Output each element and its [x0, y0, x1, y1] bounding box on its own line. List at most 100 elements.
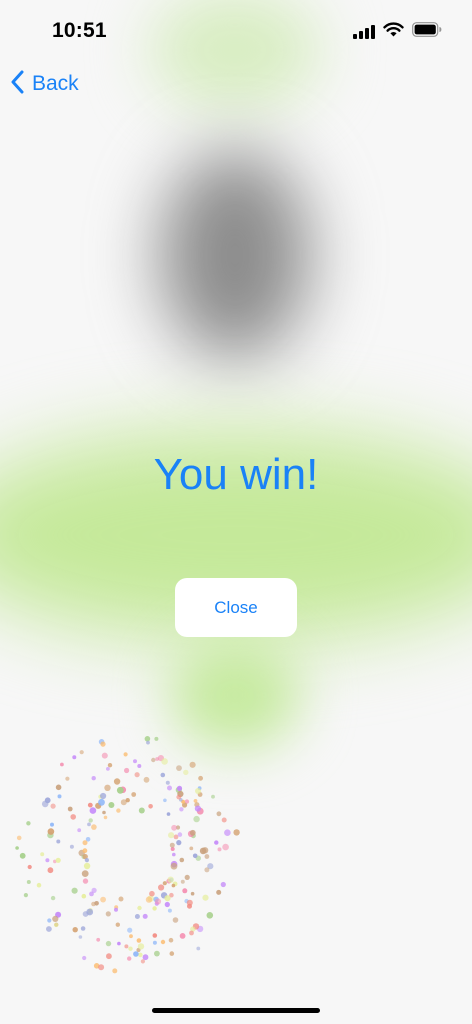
confetti-dot — [87, 802, 93, 808]
confetti-dot — [182, 888, 188, 894]
confetti-dot — [117, 941, 121, 946]
confetti-dot — [98, 798, 105, 806]
confetti-dot — [216, 889, 222, 895]
confetti-dot — [217, 847, 222, 852]
confetti-dot — [165, 780, 170, 785]
confetti-dot — [189, 761, 196, 768]
confetti-dot — [164, 895, 171, 902]
confetti-dot — [82, 840, 88, 846]
back-label: Back — [32, 72, 79, 95]
confetti-dot — [144, 736, 151, 742]
confetti-dot — [172, 852, 176, 857]
confetti-dot — [171, 883, 176, 888]
confetti-dot — [57, 794, 62, 799]
confetti-dot — [142, 954, 149, 961]
confetti-dot — [82, 955, 87, 961]
confetti-dot — [167, 876, 174, 883]
confetti-burst — [15, 736, 240, 974]
confetti-dot — [45, 858, 50, 863]
confetti-dot — [67, 806, 73, 812]
confetti-dot — [134, 772, 140, 778]
confetti-dot — [183, 769, 189, 776]
confetti-dot — [102, 810, 106, 815]
confetti-dot — [72, 927, 78, 933]
confetti-dot — [131, 792, 137, 797]
confetti-dot — [133, 951, 139, 957]
confetti-dot — [47, 918, 52, 923]
confetti-dot — [163, 798, 167, 803]
confetti-dot — [115, 922, 121, 927]
confetti-dot — [82, 878, 89, 884]
confetti-dot — [26, 880, 31, 884]
confetti-dot — [140, 959, 145, 964]
confetti-dot — [198, 775, 204, 781]
confetti-dot — [161, 758, 168, 765]
confetti-dot — [19, 852, 26, 859]
confetti-dot — [193, 815, 200, 823]
confetti-dot — [116, 786, 124, 794]
confetti-dot — [134, 914, 140, 919]
confetti-dot — [84, 858, 89, 863]
confetti-dot — [137, 905, 142, 911]
confetti-dot — [176, 765, 182, 771]
home-indicator — [152, 1008, 320, 1013]
confetti-dot — [36, 882, 42, 888]
confetti-dot — [136, 938, 142, 943]
confetti-dot — [206, 912, 214, 919]
confetti-dot — [106, 767, 110, 771]
confetti-dot — [167, 785, 172, 791]
gray-glow — [160, 150, 310, 360]
confetti-dot — [83, 862, 91, 870]
confetti-dot — [220, 881, 226, 888]
confetti-dot — [96, 937, 101, 942]
confetti-dot — [211, 794, 215, 799]
confetti-dot — [88, 818, 93, 823]
confetti-dot — [169, 842, 175, 848]
confetti-dot — [199, 847, 207, 855]
confetti-dot — [124, 767, 130, 774]
confetti-dot — [176, 840, 182, 846]
confetti-dot — [172, 917, 179, 923]
confetti-dot — [129, 934, 133, 939]
confetti-dot — [44, 797, 51, 804]
wifi-icon — [383, 22, 404, 42]
confetti-dot — [173, 834, 179, 840]
confetti-dot — [100, 741, 106, 747]
close-button[interactable]: Close — [175, 578, 297, 637]
confetti-dot — [152, 940, 157, 945]
confetti-dot — [137, 943, 145, 950]
confetti-dot — [233, 829, 240, 836]
confetti-dot — [127, 927, 133, 933]
confetti-dot — [142, 913, 148, 919]
confetti-dot — [54, 922, 59, 928]
confetti-dot — [40, 852, 45, 857]
status-time: 10:51 — [52, 19, 107, 42]
confetti-dot — [186, 899, 193, 906]
confetti-dot — [98, 964, 105, 971]
confetti-dot — [152, 933, 158, 938]
confetti-dot — [168, 937, 174, 943]
confetti-dot — [46, 926, 52, 932]
confetti-dot — [70, 814, 76, 820]
confetti-dot — [100, 896, 106, 903]
confetti-dot — [124, 944, 129, 949]
confetti-dot — [151, 757, 156, 763]
confetti-dot — [189, 829, 196, 836]
confetti-dot — [55, 857, 61, 863]
confetti-dot — [166, 812, 171, 816]
confetti-dot — [106, 953, 112, 960]
confetti-dot — [118, 896, 124, 902]
confetti-dot — [120, 799, 127, 806]
confetti-dot — [137, 764, 142, 768]
confetti-dot — [71, 887, 78, 894]
confetti-dot — [47, 867, 54, 874]
confetti-dot — [89, 807, 97, 814]
confetti-dot — [116, 808, 121, 813]
confetti-dot — [60, 762, 64, 767]
confetti-dot — [162, 881, 167, 886]
confetti-dot — [91, 776, 96, 781]
confetti-dot — [214, 840, 219, 845]
confetti-dot — [107, 763, 113, 768]
confetti-dot — [146, 740, 150, 745]
back-button[interactable]: Back — [10, 68, 79, 100]
